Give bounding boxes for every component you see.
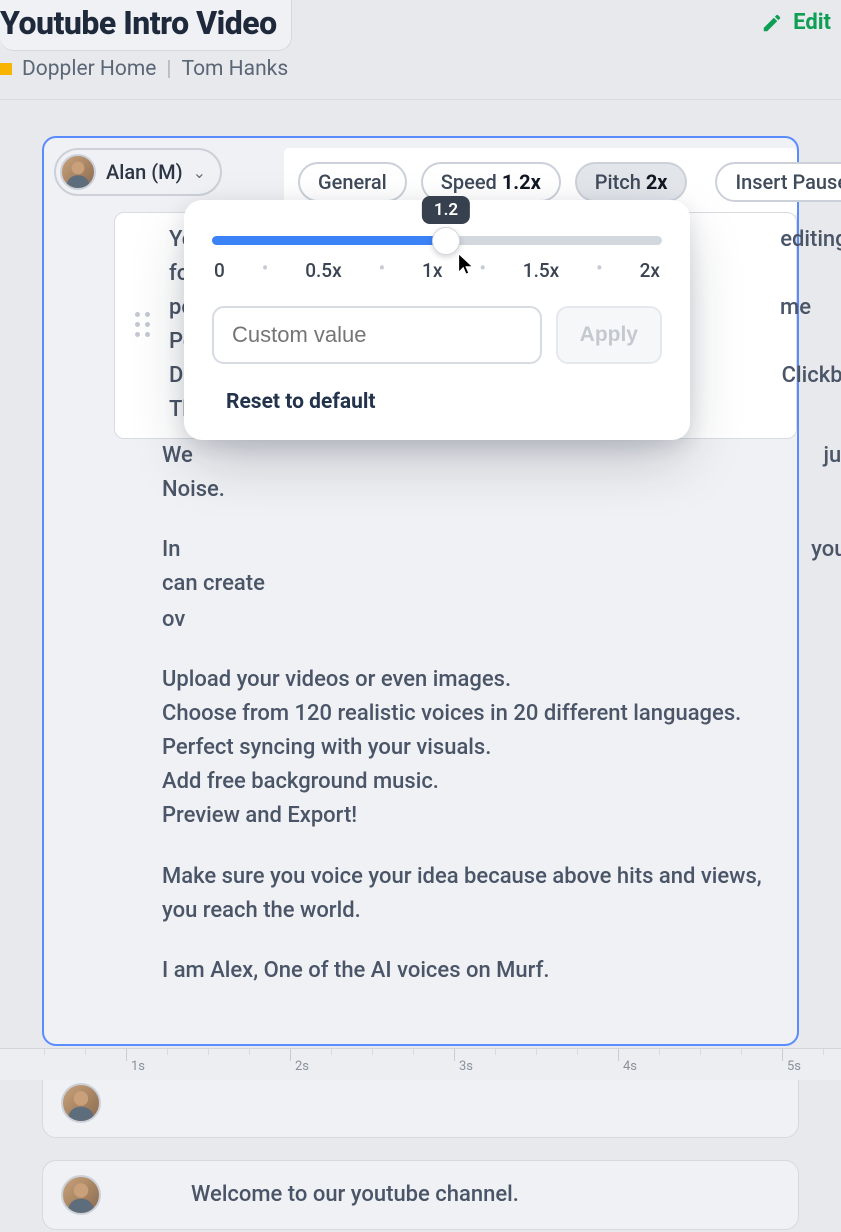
- speed-slider[interactable]: 1.2 0 • 0.5x • 1x • 1.5x • 2x: [212, 236, 662, 282]
- voice-selector[interactable]: Alan (M) ⌄: [54, 148, 222, 196]
- script-block[interactable]: Welcome to our youtube channel.: [42, 1160, 799, 1230]
- voice-name: Alan (M): [106, 160, 183, 184]
- timeline-ruler[interactable]: 1s 2s 3s 4s 5s: [0, 1048, 841, 1080]
- slider-labels: 0 • 0.5x • 1x • 1.5x • 2x: [212, 259, 662, 282]
- general-pill[interactable]: General: [298, 162, 407, 202]
- pencil-icon: [761, 12, 783, 34]
- avatar: [60, 154, 96, 190]
- slider-track[interactable]: [212, 236, 662, 245]
- breadcrumb-user[interactable]: Tom Hanks: [182, 57, 289, 81]
- folder-color-dot: [0, 63, 12, 75]
- insert-pause-pill[interactable]: Insert Pause: [715, 162, 841, 202]
- drag-handle-icon[interactable]: [135, 312, 151, 338]
- slider-fill: [212, 236, 446, 245]
- breadcrumb: Doppler Home | Tom Hanks: [0, 51, 841, 99]
- script-text-body[interactable]: Wexxxxxxxxxxxxxxxxxxxxxxxxxxxxxxxxxxxxxx…: [54, 439, 797, 988]
- script-text[interactable]: Welcome to our youtube channel.: [191, 1182, 519, 1207]
- avatar: [61, 1083, 101, 1123]
- pitch-pill[interactable]: Pitch 2x: [575, 162, 688, 202]
- speed-slider-popup: 1.2 0 • 0.5x • 1x • 1.5x • 2x Apply Rese…: [184, 200, 690, 440]
- reset-to-default-link[interactable]: Reset to default: [212, 390, 662, 414]
- edit-button[interactable]: Edit: [761, 10, 831, 35]
- ruler-tick: 4s: [618, 1049, 637, 1061]
- chevron-down-icon: ⌄: [193, 163, 206, 182]
- slider-tooltip: 1.2: [422, 196, 470, 224]
- project-title[interactable]: Youtube Intro Video: [0, 0, 292, 51]
- slider-knob[interactable]: [432, 227, 460, 255]
- apply-button[interactable]: Apply: [556, 306, 662, 364]
- custom-value-input[interactable]: [212, 306, 542, 364]
- ruler-tick: 5s: [782, 1049, 801, 1061]
- breadcrumb-root[interactable]: Doppler Home: [22, 57, 156, 81]
- ruler-tick: 2s: [290, 1049, 309, 1061]
- breadcrumb-separator: |: [166, 57, 171, 81]
- avatar: [61, 1175, 101, 1215]
- ruler-tick: 3s: [454, 1049, 473, 1061]
- ruler-tick: 1s: [126, 1049, 145, 1061]
